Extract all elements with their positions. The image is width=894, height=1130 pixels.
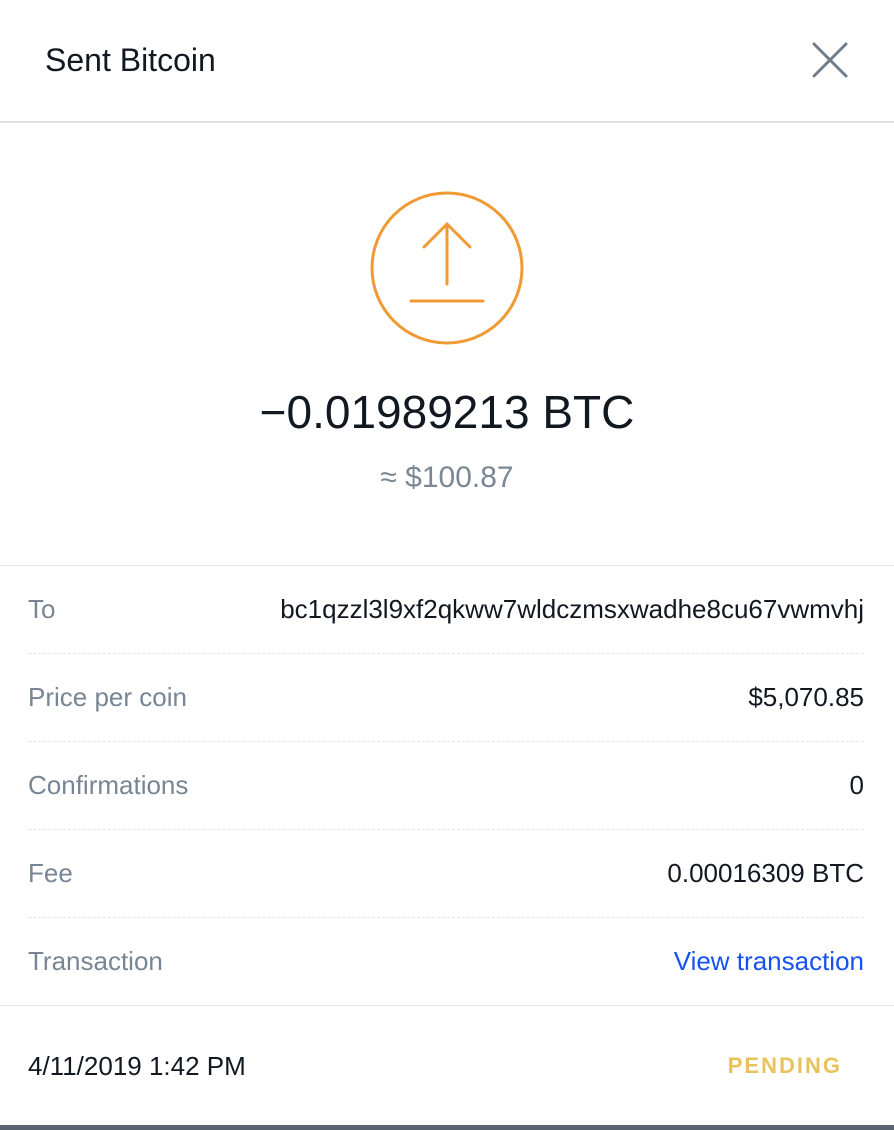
detail-row-transaction: Transaction View transaction [28,918,864,1006]
confirmations-label: Confirmations [28,770,189,800]
confirmations-value: 0 [849,770,864,800]
modal-header: Sent Bitcoin [0,0,894,123]
detail-row-confirmations: Confirmations 0 [28,742,864,830]
close-icon [812,42,848,78]
detail-row-fee: Fee 0.00016309 BTC [28,830,864,918]
status-badge: PENDING [727,1053,842,1078]
view-transaction-link[interactable]: View transaction [674,945,864,977]
detail-row-to: To bc1qzzl3l9xf2qkww7wldczmsxwadhe8cu67v… [28,566,864,654]
modal-footer: 4/11/2019 1:42 PM PENDING [0,1005,894,1125]
price-per-coin-value: $5,070.85 [748,682,864,712]
transaction-details: To bc1qzzl3l9xf2qkww7wldczmsxwadhe8cu67v… [28,566,864,1006]
transaction-label: Transaction [28,946,163,976]
modal-title: Sent Bitcoin [45,42,216,78]
recipient-address: bc1qzzl3l9xf2qkww7wldczmsxwadhe8cu67vwmv… [280,594,864,624]
to-label: To [28,594,56,624]
crypto-amount: −0.01989213 BTC [259,386,635,438]
transaction-summary: −0.01989213 BTC ≈ $100.87 [0,123,894,566]
detail-row-price: Price per coin $5,070.85 [28,654,864,742]
transaction-detail-modal: Sent Bitcoin −0.01989213 BTC ≈ $100.87 T… [0,0,894,1125]
fee-value: 0.00016309 BTC [667,858,864,888]
fiat-amount: ≈ $100.87 [380,461,514,494]
close-button[interactable] [808,38,852,82]
send-arrow-icon [369,190,525,346]
transaction-date: 4/11/2019 1:42 PM [28,1051,246,1081]
price-per-coin-label: Price per coin [28,682,187,712]
fee-label: Fee [28,858,73,888]
